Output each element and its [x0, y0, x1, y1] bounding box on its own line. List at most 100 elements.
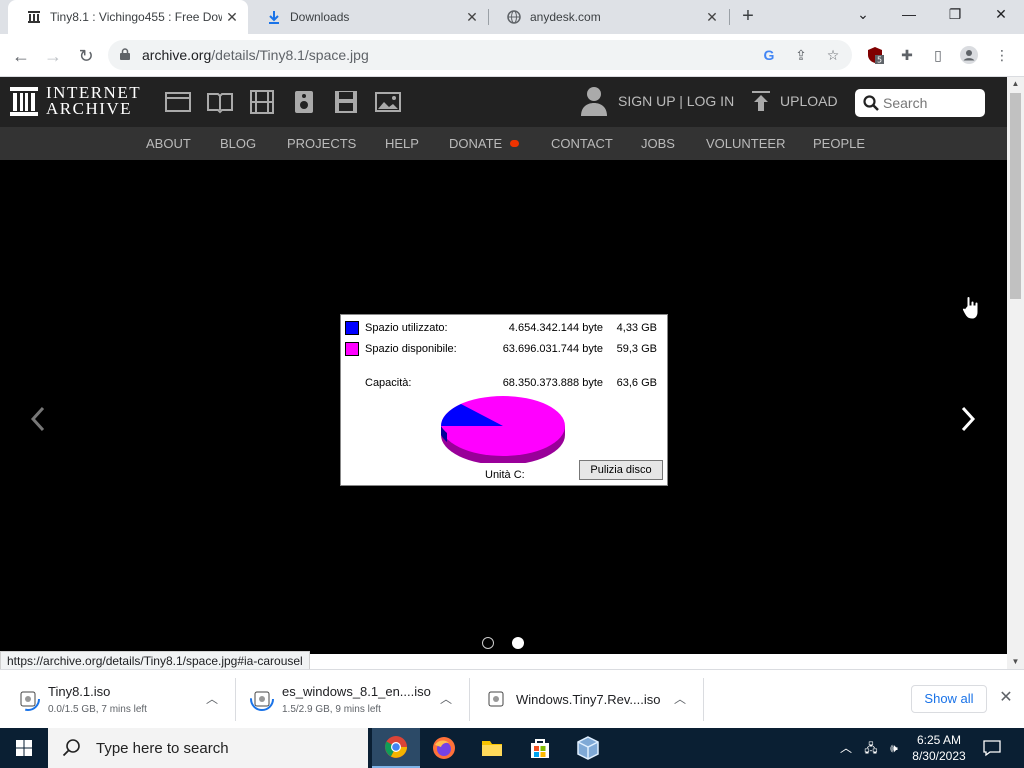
minimize-button[interactable]: —: [886, 0, 932, 30]
tab-title: anydesk.com: [530, 10, 601, 24]
carousel-prev-arrow-icon[interactable]: [26, 404, 50, 434]
notifications-icon[interactable]: [982, 738, 1002, 758]
menu-contact[interactable]: CONTACT: [551, 136, 613, 151]
image-carousel: Spazio utilizzato: 4.654.342.144 byte 4,…: [0, 160, 1007, 654]
menu-blog[interactable]: BLOG: [220, 136, 256, 151]
virtualbox-cube-icon: [577, 736, 599, 760]
reload-button[interactable]: ↻: [75, 45, 97, 67]
sign-up-login-link[interactable]: SIGN UP | LOG IN: [580, 85, 734, 117]
iso-file-icon: [250, 687, 274, 711]
show-hidden-icons-chevron-icon[interactable]: ︿: [837, 740, 855, 756]
menu-donate[interactable]: DONATE: [449, 136, 520, 151]
side-panel-icon[interactable]: ▯: [929, 46, 947, 64]
chevron-up-icon[interactable]: ︿: [205, 692, 219, 706]
new-tab-button[interactable]: +: [738, 6, 758, 26]
download-item[interactable]: Windows.Tiny7.Rev....iso ︿: [468, 670, 704, 729]
close-window-button[interactable]: ✕: [978, 0, 1024, 30]
free-label: Spazio disponibile:: [365, 343, 457, 355]
chevron-up-icon[interactable]: ︿: [673, 692, 687, 706]
video-film-icon[interactable]: [249, 90, 275, 114]
download-progress: 0.0/1.5 GB, 7 mins left: [48, 704, 147, 715]
taskbar-virtualbox[interactable]: [564, 728, 612, 768]
ia-search-input[interactable]: [883, 95, 978, 111]
globe-icon: [506, 9, 522, 25]
used-color-swatch: [345, 321, 359, 335]
heart-icon: [510, 140, 520, 147]
tab-search-chevron-icon[interactable]: ⌄: [840, 0, 886, 30]
carousel-dot-2[interactable]: [512, 637, 524, 649]
web-icon[interactable]: [165, 90, 191, 114]
chevron-up-icon[interactable]: ︿: [439, 692, 453, 706]
clock-time: 6:25 AM: [916, 733, 962, 747]
maximize-button[interactable]: ❐: [932, 0, 978, 30]
sign-up-login-text: SIGN UP | LOG IN: [618, 93, 735, 109]
address-bar[interactable]: archive.org/details/Tiny8.1/space.jpg G …: [108, 40, 852, 70]
show-all-downloads-button[interactable]: Show all: [911, 685, 987, 713]
scroll-down-arrow-icon[interactable]: ▼: [1007, 655, 1024, 669]
taskbar-search-placeholder: Type here to search: [96, 739, 229, 757]
tab-title: Downloads: [290, 10, 350, 24]
tab-archive[interactable]: Tiny8.1 : Vichingo455 : Free Dow ✕: [8, 0, 248, 34]
download-item[interactable]: es_windows_8.1_en....iso 1.5/2.9 GB, 9 m…: [234, 670, 470, 729]
taskbar-file-explorer[interactable]: [468, 728, 516, 768]
ia-logo[interactable]: INTERNET ARCHIVE: [10, 84, 141, 117]
taskbar-clock[interactable]: 6:25 AM 8/30/2023: [904, 732, 974, 764]
menu-about[interactable]: ABOUT: [146, 136, 191, 151]
taskbar-search-box[interactable]: Type here to search: [48, 728, 368, 768]
url-host: archive.org: [142, 47, 212, 63]
menu-volunteer[interactable]: VOLUNTEER: [706, 136, 785, 151]
menu-jobs[interactable]: JOBS: [641, 136, 675, 151]
close-tab-icon[interactable]: ✕: [702, 9, 722, 26]
free-space-row: Spazio disponibile: 63.696.031.744 byte …: [341, 341, 669, 357]
disk-usage-pie: [441, 396, 565, 463]
carousel-dot-1[interactable]: [482, 637, 494, 649]
extensions-puzzle-icon[interactable]: ✚: [898, 46, 916, 64]
used-gb: 4,33 GB: [616, 322, 657, 334]
bookmark-star-icon[interactable]: ☆: [824, 46, 842, 64]
upload-arrow-icon: [752, 91, 770, 111]
download-item[interactable]: Tiny8.1.iso 0.0/1.5 GB, 7 mins left ︿: [0, 670, 236, 729]
forward-button[interactable]: →: [42, 45, 64, 67]
taskbar-chrome[interactable]: [372, 728, 420, 768]
taskbar-store[interactable]: [516, 728, 564, 768]
software-floppy-icon[interactable]: [333, 90, 359, 114]
ia-search-box[interactable]: [855, 89, 985, 117]
menu-projects[interactable]: PROJECTS: [287, 136, 356, 151]
windows-taskbar: Type here to search ︿ 🖧 🕪 6:25 AM 8/30/2…: [0, 728, 1024, 768]
volume-icon[interactable]: 🕪: [885, 740, 903, 756]
close-downloads-bar-icon[interactable]: ✕: [998, 690, 1014, 706]
hand-cursor-icon: [962, 296, 979, 320]
browser-menu-icon[interactable]: ⋮: [993, 46, 1011, 64]
menu-help[interactable]: HELP: [385, 136, 419, 151]
scroll-up-arrow-icon[interactable]: ▲: [1007, 77, 1024, 91]
texts-book-icon[interactable]: [207, 90, 233, 114]
used-bytes: 4.654.342.144 byte: [508, 322, 603, 334]
capacity-bytes: 68.350.373.888 byte: [502, 377, 603, 389]
images-photo-icon[interactable]: [375, 90, 401, 114]
downloads-bar: Tiny8.1.iso 0.0/1.5 GB, 7 mins left ︿ es…: [0, 669, 1024, 728]
upload-link[interactable]: UPLOAD: [752, 91, 838, 111]
menu-people[interactable]: PEOPLE: [813, 136, 865, 151]
folder-icon: [482, 741, 502, 756]
vertical-scrollbar[interactable]: ▲ ▼: [1007, 77, 1024, 669]
capacity-row: Capacità: 68.350.373.888 byte 63,6 GB: [341, 375, 669, 391]
windows-start-icon[interactable]: [0, 728, 48, 768]
ublock-shield-icon[interactable]: 5: [866, 46, 884, 65]
network-icon[interactable]: 🖧: [862, 740, 880, 756]
google-lens-icon[interactable]: G: [760, 46, 778, 64]
back-button[interactable]: ←: [10, 45, 32, 67]
tab-downloads[interactable]: Downloads ✕: [248, 0, 488, 34]
share-icon[interactable]: ⇪: [792, 46, 810, 64]
tab-anydesk[interactable]: anydesk.com ✕: [488, 0, 728, 34]
clock-date: 8/30/2023: [912, 749, 966, 763]
chrome-icon: [385, 736, 407, 758]
tab-divider: [729, 9, 730, 25]
audio-speaker-icon[interactable]: [291, 90, 317, 114]
close-tab-icon[interactable]: ✕: [222, 9, 242, 26]
close-tab-icon[interactable]: ✕: [462, 9, 482, 26]
profile-avatar-icon[interactable]: [960, 46, 978, 64]
taskbar-firefox[interactable]: [420, 728, 468, 768]
scrollbar-thumb[interactable]: [1010, 93, 1021, 299]
disk-space-image: Spazio utilizzato: 4.654.342.144 byte 4,…: [340, 314, 668, 486]
carousel-next-arrow-icon[interactable]: [956, 404, 980, 434]
